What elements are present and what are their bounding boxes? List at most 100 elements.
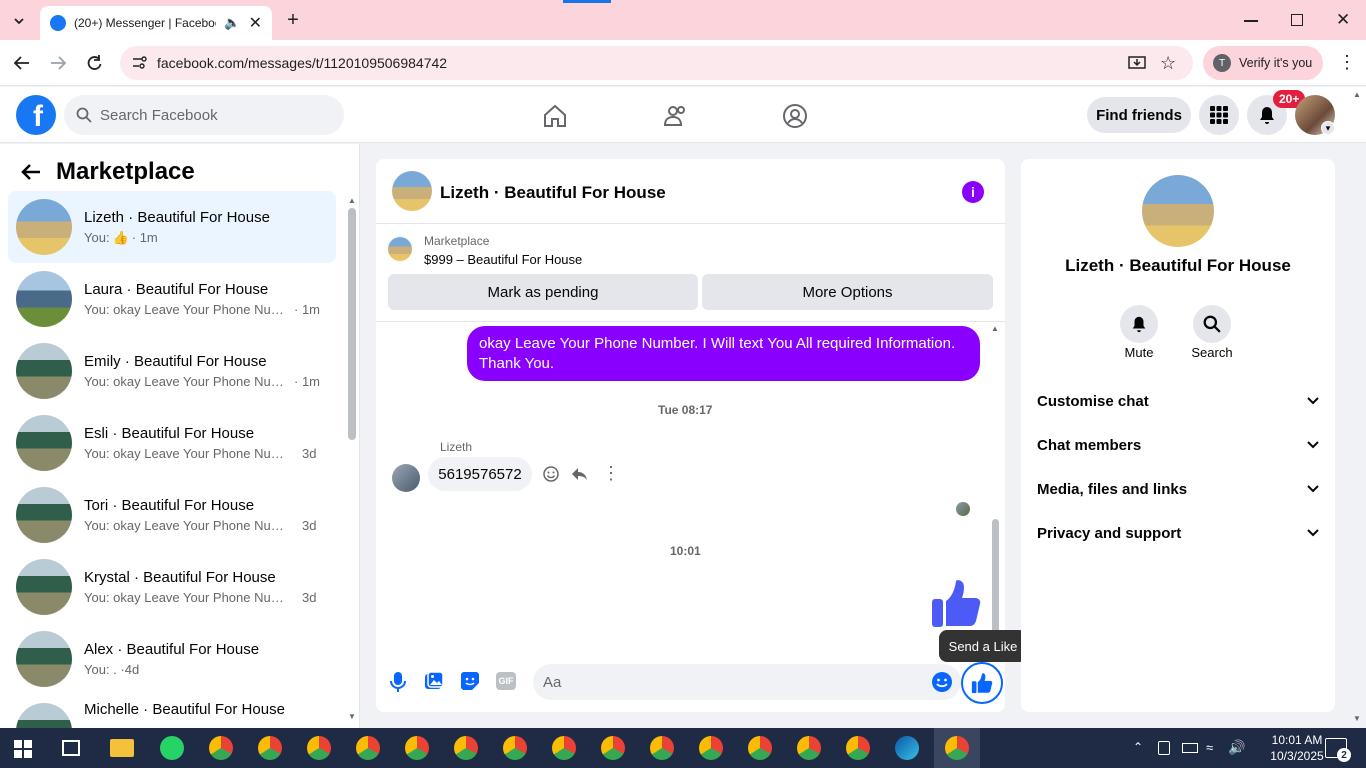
- back-arrow-icon[interactable]: [12, 53, 32, 73]
- emoji-icon[interactable]: [931, 671, 953, 693]
- facebook-search-input[interactable]: Search Facebook: [64, 95, 344, 135]
- sticker-icon[interactable]: [460, 671, 480, 691]
- battery-icon[interactable]: [1182, 743, 1198, 753]
- minimize-icon[interactable]: [1244, 20, 1258, 22]
- window-close-icon[interactable]: ✕: [1336, 10, 1350, 30]
- customise-chat-section[interactable]: Customise chat: [1037, 389, 1319, 413]
- groups-nav-icon[interactable]: [782, 103, 808, 129]
- conversation-time: 3d: [302, 590, 317, 605]
- tab-audio-icon[interactable]: 🔈: [224, 15, 240, 31]
- photo-attach-icon[interactable]: [424, 671, 444, 691]
- chat-contact-name[interactable]: Lizeth · Beautiful For House: [440, 183, 666, 203]
- more-actions-icon[interactable]: ⋮: [602, 463, 620, 483]
- microphone-icon[interactable]: [390, 671, 406, 693]
- incoming-message-bubble[interactable]: 5619576572: [428, 457, 532, 491]
- search-conversation-button[interactable]: [1193, 305, 1231, 343]
- address-bar[interactable]: facebook.com/messages/t/1120109506984742…: [120, 46, 1193, 80]
- maximize-icon[interactable]: [1291, 14, 1303, 26]
- conversation-item[interactable]: Emily · Beautiful For House You: okay Le…: [8, 335, 336, 407]
- conversation-name: Michelle · Beautiful For House: [84, 701, 285, 718]
- home-nav-icon[interactable]: [542, 103, 568, 129]
- chrome-icon[interactable]: [552, 736, 576, 760]
- message-input[interactable]: Aa: [533, 664, 961, 700]
- find-friends-button[interactable]: Find friends: [1087, 97, 1191, 133]
- tab-search-chevron-icon[interactable]: [8, 10, 30, 32]
- info-icon[interactable]: i: [962, 181, 984, 203]
- install-app-icon[interactable]: [1128, 54, 1146, 72]
- media-files-links-section[interactable]: Media, files and links: [1037, 477, 1319, 501]
- send-like-button[interactable]: [961, 662, 1003, 704]
- facebook-logo-icon[interactable]: f: [16, 95, 56, 135]
- chrome-icon[interactable]: [945, 736, 969, 760]
- sender-avatar[interactable]: [392, 464, 420, 492]
- listing-thumbnail[interactable]: [388, 237, 412, 261]
- chrome-icon[interactable]: [454, 736, 478, 760]
- search-icon: [76, 107, 92, 123]
- conversation-item[interactable]: Esli · Beautiful For House You: okay Lea…: [8, 407, 336, 479]
- browser-menu-icon[interactable]: ⋮: [1338, 52, 1356, 72]
- conversation-name: Tori · Beautiful For House: [84, 497, 255, 514]
- task-view-icon[interactable]: [62, 740, 80, 756]
- verify-profile-button[interactable]: T Verify it's you: [1203, 46, 1323, 80]
- file-explorer-icon[interactable]: [110, 739, 134, 757]
- chat-scrollbar[interactable]: ▲: [991, 324, 999, 634]
- conversation-item[interactable]: Tori · Beautiful For House You: okay Lea…: [8, 479, 336, 551]
- chat-window: Lizeth · Beautiful For House i Marketpla…: [376, 159, 1005, 712]
- more-options-button[interactable]: More Options: [702, 274, 993, 310]
- mute-button[interactable]: [1120, 305, 1158, 343]
- sidebar-scrollbar[interactable]: ▲ ▼: [346, 196, 358, 724]
- chrome-icon[interactable]: [503, 736, 527, 760]
- account-chevron-icon[interactable]: ▾: [1321, 121, 1335, 135]
- conversation-item[interactable]: Laura · Beautiful For House You: okay Le…: [8, 263, 336, 335]
- menu-grid-button[interactable]: [1199, 95, 1239, 135]
- wifi-icon[interactable]: ≈: [1206, 740, 1213, 755]
- reload-icon[interactable]: [84, 53, 104, 73]
- conversation-item[interactable]: Lizeth · Beautiful For House You: 👍 · 1m: [8, 191, 336, 263]
- chat-members-section[interactable]: Chat members: [1037, 433, 1319, 457]
- chrome-icon[interactable]: [650, 736, 674, 760]
- mark-as-pending-button[interactable]: Mark as pending: [388, 274, 698, 310]
- conversation-item[interactable]: Alex · Beautiful For House You: . · 4d: [8, 623, 336, 695]
- friends-nav-icon[interactable]: [663, 103, 689, 129]
- tab-close-icon[interactable]: ✕: [249, 13, 262, 33]
- scrollbar-thumb[interactable]: [348, 208, 356, 440]
- chrome-icon[interactable]: [307, 736, 331, 760]
- bookmark-star-icon[interactable]: ☆: [1160, 53, 1176, 74]
- chrome-icon[interactable]: [405, 736, 429, 760]
- privacy-support-section[interactable]: Privacy and support: [1037, 521, 1319, 545]
- chrome-icon[interactable]: [699, 736, 723, 760]
- reply-arrow-icon[interactable]: [570, 465, 588, 483]
- chrome-icon[interactable]: [209, 736, 233, 760]
- forward-arrow-icon[interactable]: [48, 53, 68, 73]
- new-tab-plus-icon[interactable]: +: [283, 10, 303, 30]
- search-icon: [1203, 315, 1221, 333]
- chrome-icon[interactable]: [601, 736, 625, 760]
- volume-icon[interactable]: 🔊: [1228, 739, 1245, 756]
- react-emoji-icon[interactable]: [542, 465, 560, 483]
- chrome-icon[interactable]: [846, 736, 870, 760]
- scrollbar-thumb[interactable]: [992, 519, 999, 634]
- whatsapp-icon[interactable]: [160, 736, 184, 760]
- chat-avatar[interactable]: [392, 171, 432, 211]
- chrome-icon[interactable]: [356, 736, 380, 760]
- page-scroll-up-icon[interactable]: ▲: [1353, 90, 1361, 99]
- back-arrow-icon[interactable]: [20, 162, 42, 182]
- browser-tab-messenger[interactable]: (20+) Messenger | Facebook 🔈 ✕: [40, 6, 272, 40]
- listing-title[interactable]: $999 – Beautiful For House: [424, 252, 582, 267]
- url-text: facebook.com/messages/t/1120109506984742: [157, 55, 448, 71]
- profile-avatar[interactable]: [1142, 175, 1214, 247]
- large-like-thumb-icon[interactable]: [930, 577, 982, 629]
- chrome-icon[interactable]: [797, 736, 821, 760]
- windows-start-icon[interactable]: [14, 740, 32, 758]
- gif-icon[interactable]: GIF: [496, 672, 516, 690]
- tray-device-icon[interactable]: [1158, 741, 1170, 755]
- edge-icon[interactable]: [895, 736, 919, 760]
- tray-chevron-icon[interactable]: ⌃: [1133, 740, 1143, 754]
- chrome-icon[interactable]: [748, 736, 772, 760]
- outgoing-message-bubble[interactable]: okay Leave Your Phone Number. I Will tex…: [467, 326, 980, 381]
- conversation-item[interactable]: Michelle · Beautiful For House: [8, 695, 336, 728]
- conversation-item[interactable]: Krystal · Beautiful For House You: okay …: [8, 551, 336, 623]
- page-scroll-down-icon[interactable]: ▼: [1353, 714, 1361, 723]
- chrome-icon[interactable]: [258, 736, 282, 760]
- site-info-icon[interactable]: [132, 56, 148, 70]
